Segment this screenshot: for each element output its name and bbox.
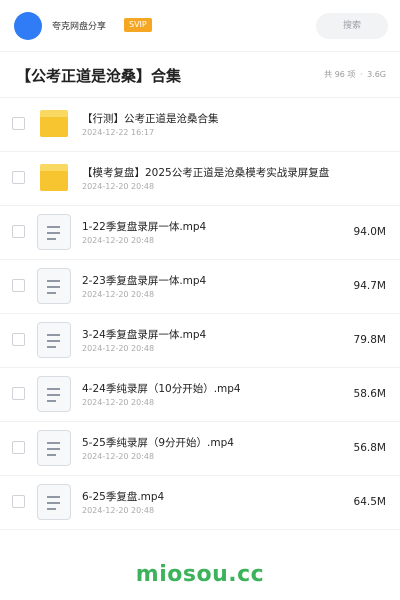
select-checkbox[interactable] xyxy=(12,117,25,130)
list-item[interactable]: 【行测】公考正道是沧桑合集 2024-12-22 16:17 xyxy=(0,98,400,152)
item-name[interactable]: 4-24季纯录屏（10分开始）.mp4 xyxy=(82,381,241,396)
video-file-icon xyxy=(37,430,71,466)
item-date: 2024-12-20 20:48 xyxy=(82,506,155,515)
list-item[interactable]: 5-25季纯录屏（9分开始）.mp4 2024-12-20 20:48 56.8… xyxy=(0,422,400,476)
item-count: 共 96 项 xyxy=(324,70,356,79)
page-title: 【公考正道是沧桑】合集 xyxy=(16,67,182,85)
video-file-icon xyxy=(37,484,71,520)
video-file-icon xyxy=(37,214,71,250)
select-checkbox[interactable] xyxy=(12,441,25,454)
item-date: 2024-12-22 16:17 xyxy=(82,128,155,137)
item-name[interactable]: 【行测】公考正道是沧桑合集 xyxy=(82,111,219,126)
list-item[interactable]: 6-25季复盘.mp4 2024-12-20 20:48 64.5M xyxy=(0,476,400,530)
item-date: 2024-12-20 20:48 xyxy=(82,398,155,407)
select-checkbox[interactable] xyxy=(12,333,25,346)
uploader-name[interactable]: 夸克网盘分享 xyxy=(52,19,106,32)
item-date: 2024-12-20 20:48 xyxy=(82,290,155,299)
item-name[interactable]: 1-22季复盘录屏一体.mp4 xyxy=(82,219,206,234)
item-date: 2024-12-20 20:48 xyxy=(82,182,155,191)
item-date: 2024-12-20 20:48 xyxy=(82,236,155,245)
item-size: 94.7M xyxy=(353,280,386,292)
total-size: 3.6G xyxy=(367,70,386,79)
item-size: 56.8M xyxy=(353,442,386,454)
avatar[interactable] xyxy=(14,12,42,40)
select-checkbox[interactable] xyxy=(12,387,25,400)
folder-summary: 共 96 项 · 3.6G xyxy=(324,69,388,80)
list-item[interactable]: 【模考复盘】2025公考正道是沧桑模考实战录屏复盘 2024-12-20 20:… xyxy=(0,152,400,206)
item-name[interactable]: 【模考复盘】2025公考正道是沧桑模考实战录屏复盘 xyxy=(82,165,329,180)
select-checkbox[interactable] xyxy=(12,279,25,292)
folder-header: 【公考正道是沧桑】合集 共 96 项 · 3.6G xyxy=(0,52,400,98)
list-item[interactable]: 3-24季复盘录屏一体.mp4 2024-12-20 20:48 79.8M xyxy=(0,314,400,368)
list-item[interactable]: 2-23季复盘录屏一体.mp4 2024-12-20 20:48 94.7M xyxy=(0,260,400,314)
item-date: 2024-12-20 20:48 xyxy=(82,452,155,461)
video-file-icon xyxy=(37,268,71,304)
item-name[interactable]: 6-25季复盘.mp4 xyxy=(82,489,164,504)
svip-badge: SVIP xyxy=(124,18,152,32)
item-size: 64.5M xyxy=(353,496,386,508)
select-checkbox[interactable] xyxy=(12,495,25,508)
folder-icon xyxy=(40,110,68,137)
item-size: 79.8M xyxy=(353,334,386,346)
select-checkbox[interactable] xyxy=(12,171,25,184)
item-size: 58.6M xyxy=(353,388,386,400)
item-date: 2024-12-20 20:48 xyxy=(82,344,155,353)
video-file-icon xyxy=(37,376,71,412)
list-item[interactable]: 1-22季复盘录屏一体.mp4 2024-12-20 20:48 94.0M xyxy=(0,206,400,260)
item-size: 94.0M xyxy=(353,226,386,238)
list-item[interactable]: 4-24季纯录屏（10分开始）.mp4 2024-12-20 20:48 58.… xyxy=(0,368,400,422)
folder-icon xyxy=(40,164,68,191)
share-header: 夸克网盘分享 SVIP 搜索 xyxy=(0,0,400,52)
watermark: miosou.cc xyxy=(135,562,265,587)
search-button[interactable]: 搜索 xyxy=(316,13,388,39)
item-name[interactable]: 5-25季纯录屏（9分开始）.mp4 xyxy=(82,435,234,450)
select-checkbox[interactable] xyxy=(12,225,25,238)
summary-separator: · xyxy=(359,70,363,79)
item-name[interactable]: 2-23季复盘录屏一体.mp4 xyxy=(82,273,206,288)
item-name[interactable]: 3-24季复盘录屏一体.mp4 xyxy=(82,327,206,342)
video-file-icon xyxy=(37,322,71,358)
